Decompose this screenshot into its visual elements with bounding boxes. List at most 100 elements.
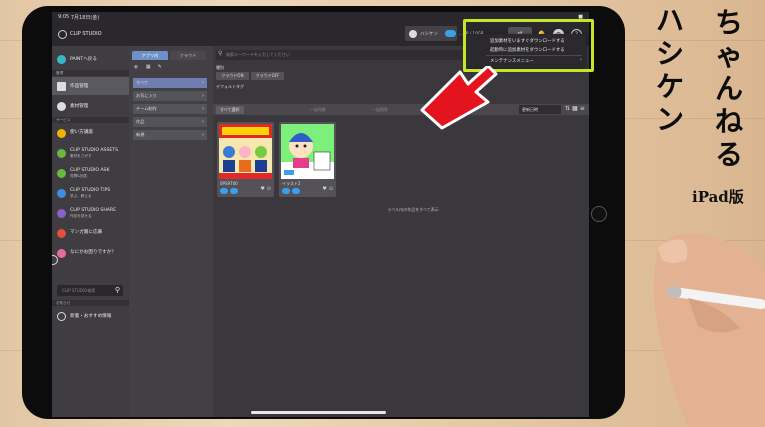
filter-label: 作品	[136, 119, 145, 124]
filter-item[interactable]: すべて ›	[133, 78, 207, 88]
nav-service-item[interactable]: CLIP STUDIO ASSETS 素材をさがす	[52, 144, 129, 162]
service-icon	[57, 128, 66, 138]
section-manage: 管理	[52, 70, 129, 76]
ipad-screen: 9:05 7月18日(金) ■ CLIP STUDIO ハシケン ...GB /…	[52, 12, 589, 417]
thumbnail-illustration-2	[281, 124, 334, 179]
nav-label: PAINTへ戻る	[70, 57, 97, 62]
default-tag-label: デフォルトタグ	[216, 84, 244, 89]
service-icon	[57, 168, 66, 178]
chevron-right-icon: ›	[202, 119, 204, 125]
filter-item[interactable]: お気に入り ›	[133, 91, 207, 101]
service-title: なにかお困りですか？	[70, 250, 116, 256]
service-icon	[57, 248, 66, 258]
bulk-sync-button[interactable]: 一括同期	[310, 107, 326, 113]
app-logo: CLIP STUDIO	[58, 29, 102, 39]
service-text: なにかお困りですか？	[70, 250, 116, 255]
title-char: ケ	[655, 70, 684, 103]
cloud-sync-icon	[220, 188, 228, 194]
sort-select[interactable]: 更新日時	[519, 105, 561, 114]
favorite-heart-icon[interactable]: ♥	[322, 186, 326, 192]
nav-label: 作品管理	[70, 84, 89, 89]
cloud-off-button[interactable]: クラウドOFF	[251, 72, 284, 80]
user-name: ハシケン	[420, 31, 438, 37]
chevron-right-icon: ›	[202, 93, 204, 99]
card-menu-icon[interactable]: ⊙	[267, 186, 271, 192]
filter-item[interactable]: 新規 ›	[133, 130, 207, 140]
work-thumbnail[interactable]	[281, 124, 334, 179]
nav-service-item[interactable]: CLIP STUDIO ASK 質問&回答	[52, 164, 129, 182]
avatar	[409, 29, 417, 38]
home-indicator[interactable]	[251, 411, 386, 414]
service-subtitle: 質問&回答	[70, 173, 88, 178]
service-text: CLIP STUDIO TIPS 学ぶ、教える	[70, 188, 110, 197]
title-char: ン	[655, 103, 684, 136]
bulk-delete-button[interactable]: 一括削除	[372, 107, 388, 113]
app-name: CLIP STUDIO	[70, 31, 102, 37]
work-card[interactable]: 0PS9700 ♥ ⊙	[217, 122, 274, 197]
nav-materials[interactable]: 素材管理	[52, 97, 129, 115]
view-toggle: ⇅ ▦ ≡	[565, 105, 585, 112]
handwritten-title-col1: ハ シ ケ ン	[640, 4, 700, 136]
service-text: マンガ賞に応募	[70, 230, 102, 235]
title-char: ゃ	[714, 39, 743, 72]
nav-service-item[interactable]: マンガ賞に応募	[52, 224, 129, 242]
filter-tools: + ▦ ✎	[133, 63, 162, 71]
chevron-right-icon: ›	[202, 80, 204, 86]
list-view-icon[interactable]: ≡	[580, 105, 585, 112]
card-badges	[220, 188, 238, 194]
works-content: ⚲ 検索キーワードを入力してください 種別 クラウドON クラウドOFF デフォ…	[213, 46, 589, 417]
filter-label: チーム制作	[136, 106, 157, 111]
service-subtitle: 素材をさがす	[70, 153, 92, 158]
works-icon	[57, 81, 66, 91]
select-all-button[interactable]: すべて選択	[216, 105, 244, 114]
sort-order-icon[interactable]: ⇅	[565, 105, 570, 112]
highlight-box	[463, 19, 594, 72]
filter-label: お気に入り	[136, 93, 157, 98]
keyword-search-input[interactable]: ⚲ 検索キーワードを入力してください	[216, 50, 474, 60]
nav-label: 素材管理	[70, 104, 89, 109]
service-text: 使い方講座	[70, 130, 93, 135]
edit-icon[interactable]: ✎	[158, 63, 162, 71]
cloud-icon	[292, 188, 300, 194]
add-icon[interactable]: +	[133, 63, 139, 71]
service-icon	[57, 228, 66, 238]
card-menu-icon[interactable]: ⊙	[329, 186, 333, 192]
clip-studio-search[interactable]: CLIP STUDIO検索 ⚲	[57, 285, 123, 296]
label-icon[interactable]: ▦	[146, 63, 151, 71]
title-char: ハ	[655, 4, 684, 37]
sort-value: 更新日時	[522, 106, 538, 112]
nav-works[interactable]: 作品管理	[52, 77, 129, 95]
favorite-heart-icon[interactable]: ♥	[260, 186, 264, 192]
service-icon	[57, 188, 66, 198]
nav-service-item[interactable]: なにかお困りですか？	[52, 244, 129, 262]
filter-item[interactable]: 作品 ›	[133, 117, 207, 127]
title-char: ね	[714, 105, 743, 138]
grid-view-icon[interactable]: ▦	[572, 105, 578, 112]
search-icon[interactable]: ⚲	[115, 286, 120, 294]
service-subtitle: 作品を見せる	[70, 213, 92, 218]
work-name: イラスト2	[282, 181, 301, 186]
service-title: マンガ賞に応募	[70, 230, 103, 236]
work-thumbnail[interactable]	[219, 124, 272, 179]
service-title: 使い方講座	[70, 130, 93, 136]
nav-service-item[interactable]: CLIP STUDIO TIPS 学ぶ、教える	[52, 184, 129, 202]
nav-paint-return[interactable]: PAINTへ戻る	[52, 50, 129, 68]
chevron-right-icon: ›	[202, 106, 204, 112]
cloud-on-button[interactable]: クラウドON	[216, 72, 249, 80]
label-all-works-message: ラベル内の作品をすべて表示	[387, 207, 439, 212]
card-actions: ♥ ⊙	[260, 186, 271, 192]
filter-item[interactable]: チーム制作 ›	[133, 104, 207, 114]
service-text: CLIP STUDIO ASSETS 素材をさがす	[70, 148, 118, 157]
service-icon	[57, 208, 66, 218]
nav-service-item[interactable]: 使い方講座	[52, 124, 129, 142]
tab-cloud[interactable]: クラウド	[170, 51, 206, 60]
nav-service-item[interactable]: CLIP STUDIO SHARE 作品を見せる	[52, 204, 129, 222]
left-navigation: PAINTへ戻る 管理 作品管理 素材管理 サービス 使い方講座 CLIP STU…	[52, 46, 129, 417]
search-placeholder: CLIP STUDIO検索	[62, 287, 96, 293]
work-card[interactable]: イラスト2 ♥ ⊙	[279, 122, 336, 197]
title-char: る	[714, 138, 743, 171]
tab-app[interactable]: アプリ内	[132, 51, 168, 60]
ipad-home-button[interactable]	[591, 206, 607, 222]
cloud-sync-icon	[282, 188, 290, 194]
nav-news[interactable]: 新着・おすすめ情報	[52, 307, 129, 325]
